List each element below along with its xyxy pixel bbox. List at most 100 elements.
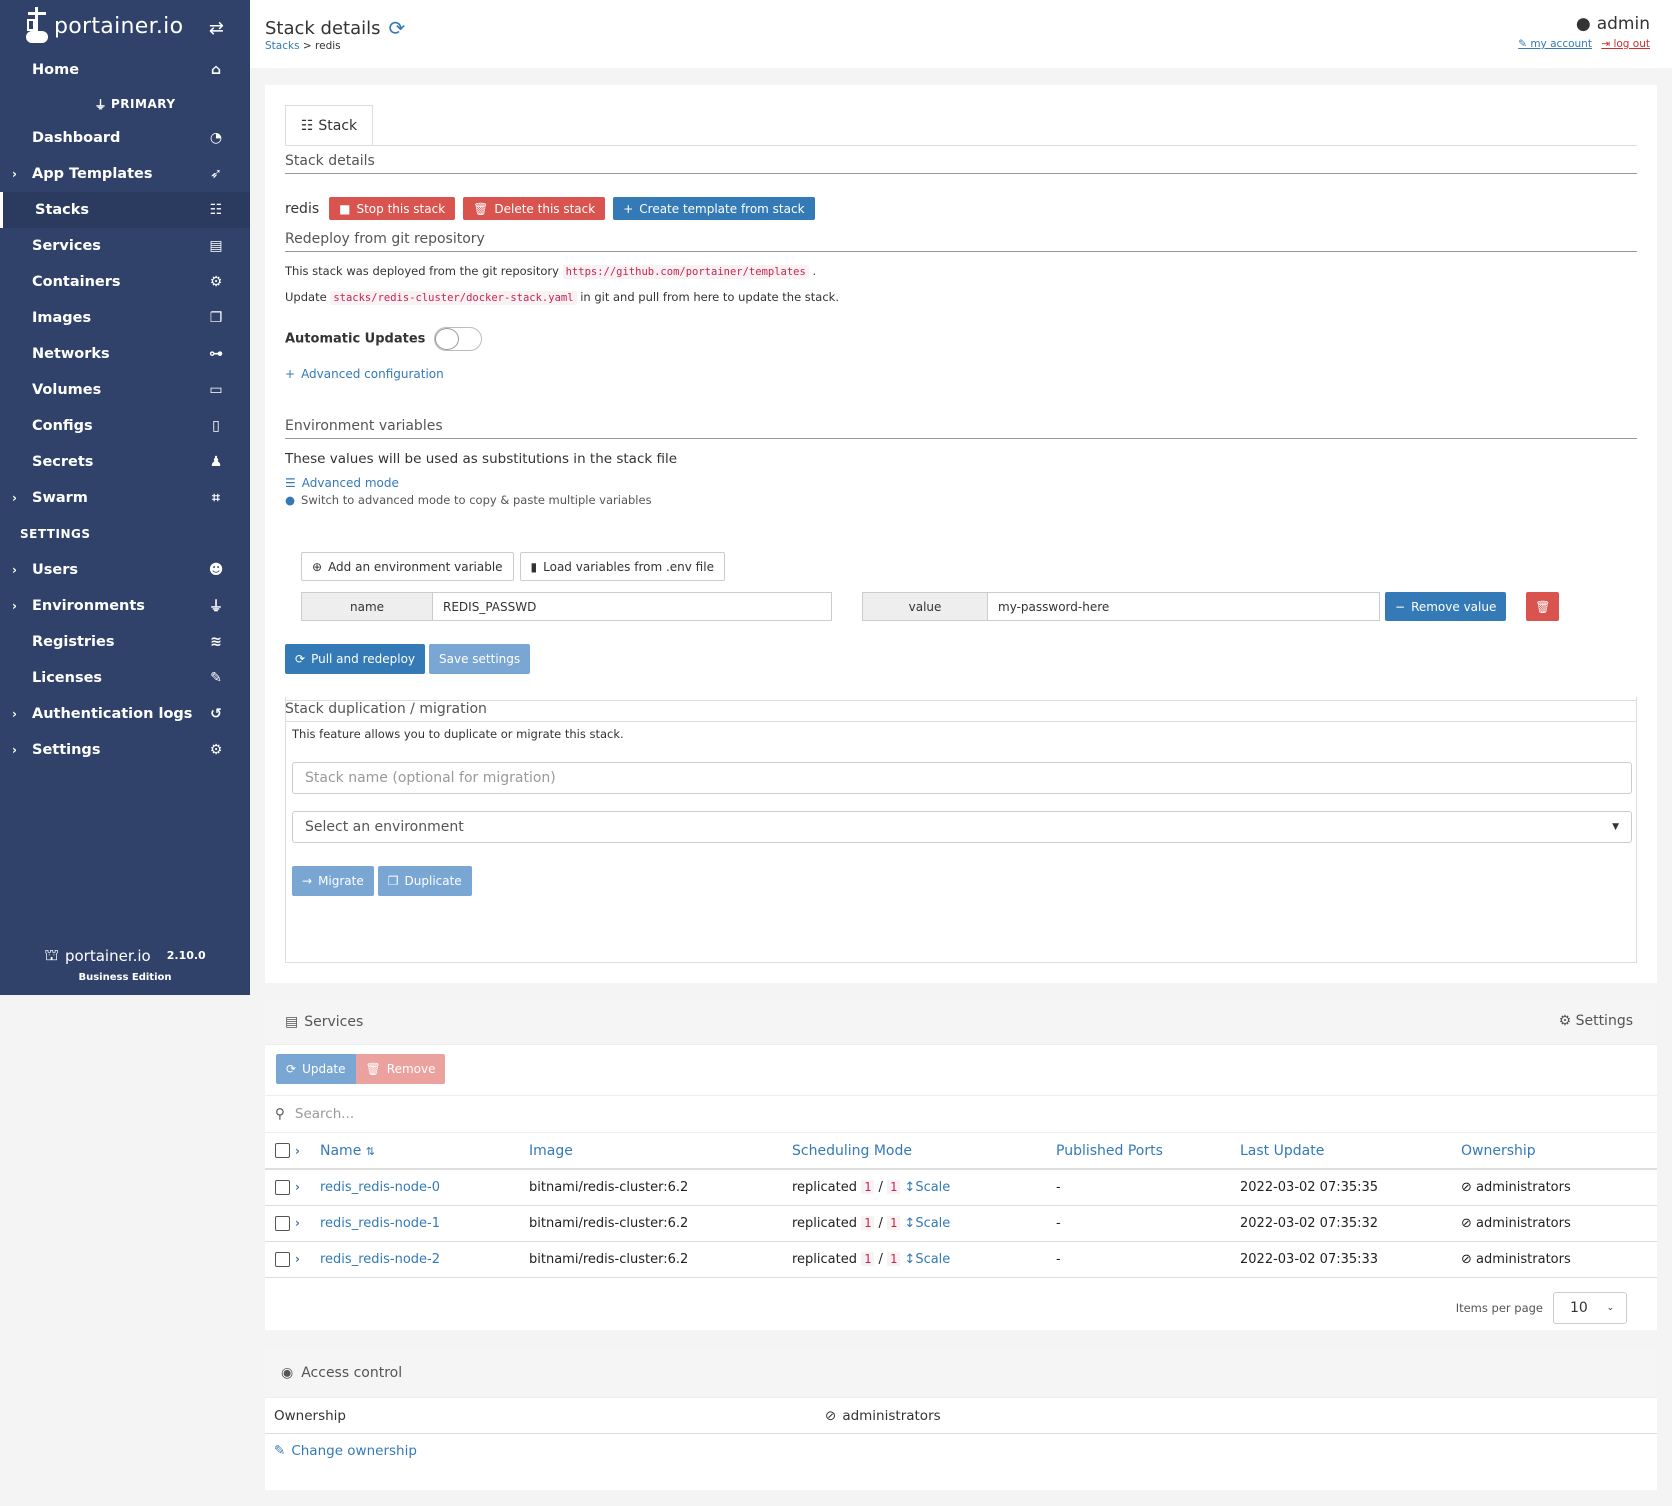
environment-select[interactable]: Select an environment ▼ xyxy=(292,811,1632,843)
sign-out-icon: ⇥ xyxy=(1601,38,1611,50)
sidebar-item-images[interactable]: Images ❐ xyxy=(0,300,250,336)
expand-row-icon[interactable]: › xyxy=(295,1180,300,1194)
expand-all-icon[interactable]: › xyxy=(295,1144,300,1158)
sidebar-item-swarm[interactable]: › Swarm ⌗ xyxy=(0,480,250,516)
service-ownership: ⊘ administrators xyxy=(1461,1205,1657,1242)
sort-icon: ⇅ xyxy=(365,1144,375,1158)
eye-slash-icon: ⊘ xyxy=(1461,1179,1472,1195)
pull-redeploy-button[interactable]: ⟳ Pull and redeploy xyxy=(285,644,426,674)
stack-name-input[interactable]: Stack name (optional for migration) xyxy=(292,762,1632,794)
row-checkbox[interactable] xyxy=(275,1215,290,1231)
cogs-icon: ⚙ xyxy=(209,742,223,758)
service-ports: - xyxy=(1056,1169,1240,1206)
chevron-right-icon[interactable]: › xyxy=(12,491,17,505)
chevron-right-icon[interactable]: › xyxy=(12,563,17,577)
sidebar-item-volumes[interactable]: Volumes ▭ xyxy=(0,372,250,408)
service-image: bitnami/redis-cluster:6.2 xyxy=(529,1241,792,1278)
duplicate-button[interactable]: ❐ Duplicate xyxy=(377,866,472,896)
scale-button[interactable]: ↕Scale xyxy=(904,1180,950,1195)
col-ownership[interactable]: Ownership xyxy=(1461,1133,1657,1170)
automatic-updates-toggle[interactable] xyxy=(433,327,482,351)
sidebar-item-authentication-logs[interactable]: › Authentication logs ↺ xyxy=(0,696,250,732)
sidebar-item-stacks[interactable]: Stacks ☷ xyxy=(0,192,250,228)
env-vars-description: These values will be used as substitutio… xyxy=(285,451,678,467)
scale-button[interactable]: ↕Scale xyxy=(904,1216,950,1231)
sidebar-item-home[interactable]: Home ⌂ xyxy=(0,52,250,88)
service-name-link[interactable]: redis_redis-node-2 xyxy=(320,1252,440,1267)
stack-name: redis xyxy=(285,200,320,217)
search-input[interactable]: Search... xyxy=(295,1106,354,1122)
select-all-checkbox[interactable] xyxy=(275,1143,290,1158)
sidebar-item-networks[interactable]: Networks ⊶ xyxy=(0,336,250,372)
env-name-input[interactable]: REDIS_PASSWD xyxy=(433,593,831,620)
chevron-right-icon[interactable]: › xyxy=(12,707,17,721)
migrate-button[interactable]: → Migrate xyxy=(292,866,374,896)
change-ownership-link[interactable]: ✎ Change ownership xyxy=(274,1443,417,1459)
col-name[interactable]: Name ⇅ xyxy=(320,1133,529,1170)
trash-icon: 🗑 xyxy=(365,1062,381,1076)
row-checkbox[interactable] xyxy=(275,1251,290,1267)
remove-services-button[interactable]: 🗑 Remove xyxy=(355,1054,446,1084)
sidebar-item-dashboard[interactable]: Dashboard ◔ xyxy=(0,120,250,156)
sidebar-item-secrets[interactable]: Secrets ♟ xyxy=(0,444,250,480)
service-name-link[interactable]: redis_redis-node-0 xyxy=(320,1180,440,1195)
services-actions: ⟳ Update 🗑 Remove xyxy=(276,1054,446,1084)
remove-value-button[interactable]: − Remove value xyxy=(1385,592,1507,621)
chevron-right-icon[interactable]: › xyxy=(12,599,17,613)
chevron-right-icon[interactable]: › xyxy=(12,743,17,757)
col-last-update[interactable]: Last Update xyxy=(1240,1133,1461,1170)
table-row[interactable]: › redis_redis-node-2 bitnami/redis-cluster… xyxy=(265,1241,1657,1278)
sidebar-item-containers[interactable]: Containers ⚙ xyxy=(0,264,250,300)
col-image[interactable]: Image xyxy=(529,1133,792,1170)
env-variable-row: name REDIS_PASSWD value my-password-here… xyxy=(301,592,1560,621)
update-services-button[interactable]: ⟳ Update xyxy=(276,1054,356,1084)
env-value-input[interactable]: my-password-here xyxy=(988,593,1379,620)
row-checkbox[interactable] xyxy=(275,1179,290,1195)
arrows-v-icon: ↕ xyxy=(904,1251,916,1267)
services-search: ⚲ Search... xyxy=(265,1095,1657,1133)
log-out-link[interactable]: ⇥ log out xyxy=(1601,38,1650,50)
services-settings-button[interactable]: ⚙ Settings xyxy=(1559,1013,1633,1029)
sidebar-item-environments[interactable]: › Environments ⏚ xyxy=(0,588,250,624)
file-upload-icon: ▮ xyxy=(530,559,538,574)
advanced-configuration-link[interactable]: + Advanced configuration xyxy=(285,367,444,381)
table-row[interactable]: › redis_redis-node-1 bitnami/redis-cluster… xyxy=(265,1205,1657,1242)
col-published-ports[interactable]: Published Ports xyxy=(1056,1133,1240,1170)
sidebar-item-label: Volumes xyxy=(32,382,102,398)
stop-stack-button[interactable]: ■ Stop this stack xyxy=(329,197,456,220)
sidebar-item-app-templates[interactable]: › App Templates ➶ xyxy=(0,156,250,192)
breadcrumb-stacks-link[interactable]: Stacks xyxy=(265,40,300,52)
sidebar-item-users[interactable]: › Users ☻ xyxy=(0,552,250,588)
col-scheduling-mode[interactable]: Scheduling Mode xyxy=(792,1133,1056,1170)
load-env-file-button[interactable]: ▮ Load variables from .env file xyxy=(519,552,725,581)
home-icon: ⌂ xyxy=(210,62,222,78)
sidebar-item-services[interactable]: Services ▤ xyxy=(0,228,250,264)
desired-count: 1 xyxy=(887,1179,901,1194)
sidebar-item-settings[interactable]: › Settings ⚙ xyxy=(0,732,250,768)
breadcrumb: Stacks > redis xyxy=(265,40,341,52)
username: admin xyxy=(1596,14,1650,34)
caret-down-icon: ▼ xyxy=(1612,822,1619,832)
arrow-right-icon: → xyxy=(302,874,313,888)
refresh-icon[interactable]: ⟳ xyxy=(389,16,406,40)
service-name-link[interactable]: redis_redis-node-1 xyxy=(320,1216,440,1231)
my-account-link[interactable]: ✎ my account xyxy=(1518,38,1592,50)
items-per-page-select[interactable]: 10 ⌄ xyxy=(1553,1292,1627,1324)
table-row[interactable]: › redis_redis-node-0 bitnami/redis-cluster… xyxy=(265,1169,1657,1206)
delete-env-variable-button[interactable]: 🗑 xyxy=(1526,592,1560,621)
expand-row-icon[interactable]: › xyxy=(295,1252,300,1266)
scale-button[interactable]: ↕Scale xyxy=(904,1252,950,1267)
expand-row-icon[interactable]: › xyxy=(295,1216,300,1230)
sidebar-item-configs[interactable]: Configs ▯ xyxy=(0,408,250,444)
sidebar-item-registries[interactable]: Registries ≋ xyxy=(0,624,250,660)
tab-stack[interactable]: ☷ Stack xyxy=(285,105,373,145)
advanced-mode-link[interactable]: ☰ Advanced mode xyxy=(285,476,399,490)
add-env-variable-button[interactable]: ⊕ Add an environment variable xyxy=(301,552,514,581)
sidebar-item-licenses[interactable]: Licenses ✎ xyxy=(0,660,250,696)
wrench-icon: ✎ xyxy=(1518,38,1527,50)
chevron-right-icon[interactable]: › xyxy=(12,167,17,181)
save-settings-button[interactable]: Save settings xyxy=(429,644,531,674)
toggle-sidebar-icon[interactable]: ⇄ xyxy=(209,18,224,39)
delete-stack-button[interactable]: 🗑 Delete this stack xyxy=(463,197,606,220)
create-template-button[interactable]: + Create template from stack xyxy=(613,197,815,220)
